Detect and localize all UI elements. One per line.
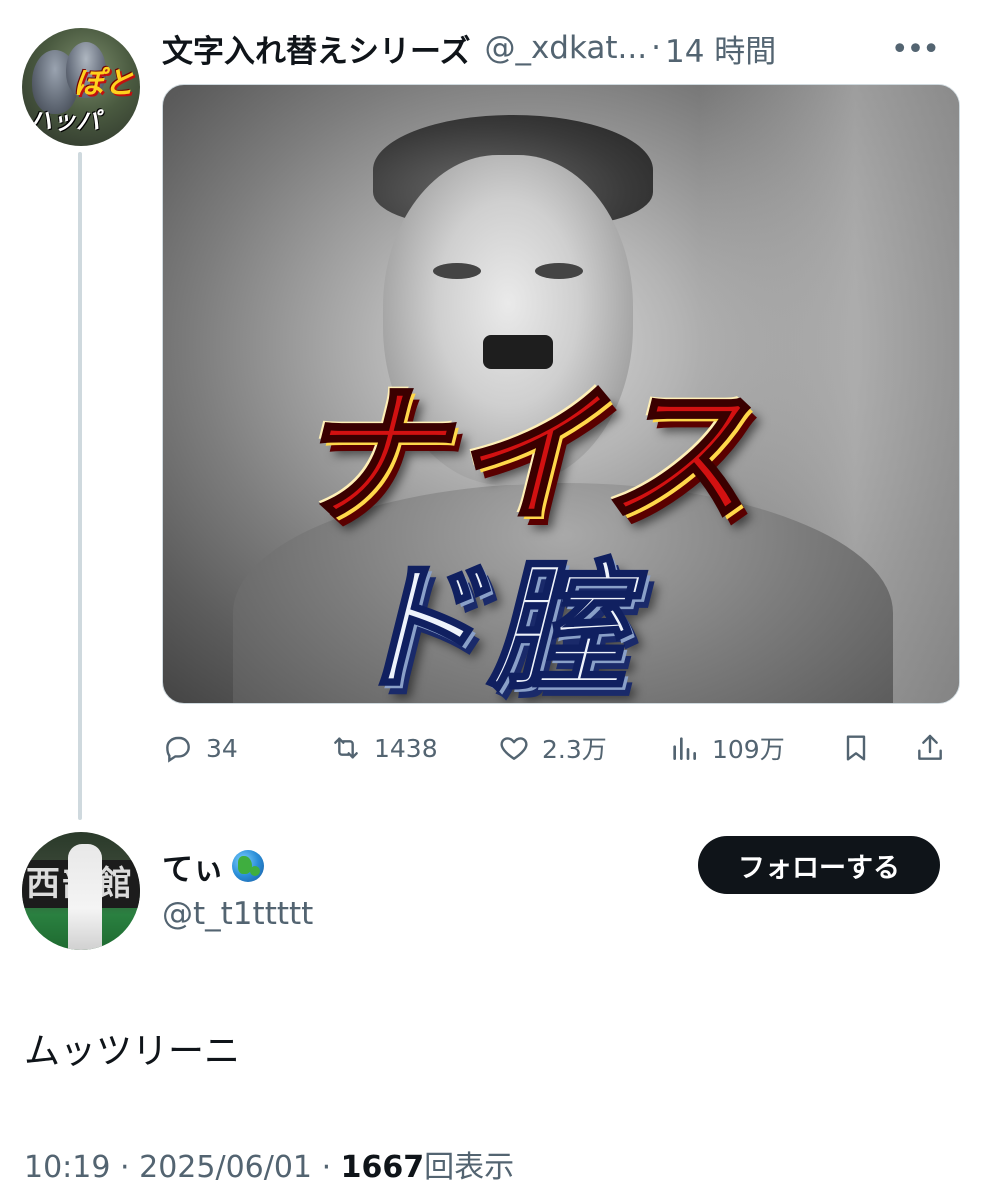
view-count: 109万 <box>712 735 785 764</box>
views-label: 回表示 <box>424 1150 515 1185</box>
reply-icon <box>166 736 190 763</box>
tweet-date[interactable]: 2025/06/01 <box>139 1150 312 1185</box>
retweet-button[interactable]: 1438 <box>330 726 438 770</box>
parent-handle[interactable]: @_xdkat... <box>484 30 647 66</box>
thread-connector-line <box>78 152 82 820</box>
bookmark-button[interactable] <box>840 726 872 770</box>
separator-dot: · <box>120 1150 130 1185</box>
avatar-logo-text: ぽと <box>74 66 134 101</box>
separator-dot: · <box>321 1150 332 1185</box>
avatar-bottom-text: ハッパ <box>28 107 100 135</box>
retweet-count: 1438 <box>374 733 438 763</box>
tweet-meta-row: 10:19 · 2025/06/01 · 1667回表示 <box>24 1142 514 1186</box>
parent-avatar[interactable]: ぽと ハッパ <box>22 28 140 146</box>
parent-timestamp[interactable]: 14 時間 <box>665 26 776 71</box>
reply-count: 34 <box>206 733 238 763</box>
like-button[interactable]: 2.3万 <box>498 726 607 770</box>
like-count: 2.3万 <box>542 735 607 764</box>
reply-tweet-text: ムッツリーニ <box>24 1031 241 1072</box>
share-button[interactable] <box>914 726 946 770</box>
avatar-player-figure <box>68 844 102 950</box>
reply-button[interactable]: 34 <box>162 726 238 770</box>
parent-tweet-header: 文字入れ替えシリーズ @_xdkat... · 14 時間 ••• <box>162 26 952 71</box>
globe-icon <box>232 850 264 882</box>
tweet-time[interactable]: 10:19 <box>24 1150 110 1185</box>
bookmark-icon <box>846 735 866 761</box>
reply-display-name[interactable]: てぃ <box>162 844 224 889</box>
follow-button[interactable]: フォローする <box>698 836 940 894</box>
share-icon <box>918 734 942 760</box>
more-horizontal-icon[interactable]: ••• <box>891 32 940 67</box>
reply-handle[interactable]: @t_t1ttttt <box>162 896 313 932</box>
tweet-action-bar: 34 1438 2.3万 109万 <box>162 726 958 770</box>
tweet-media-image[interactable]: ナイス ド腟 <box>162 84 960 704</box>
parent-display-name[interactable]: 文字入れ替えシリーズ <box>162 26 470 71</box>
media-figure-eye <box>433 263 481 279</box>
separator-dot: · <box>651 30 661 66</box>
reply-avatar[interactable]: 西部館 <box>22 832 140 950</box>
retweet-icon <box>334 737 358 759</box>
media-overlay-text-2: ド腟 <box>341 546 632 704</box>
media-figure-eye <box>535 263 583 279</box>
views-count: 1667 <box>340 1150 425 1185</box>
reply-name-row: てぃ <box>162 844 264 889</box>
tweet-detail-page: ぽと ハッパ 文字入れ替えシリーズ @_xdkat... · 14 時間 •••… <box>0 0 982 1200</box>
views-button[interactable]: 109万 <box>668 726 785 770</box>
heart-icon <box>500 737 528 760</box>
analytics-icon <box>673 737 696 760</box>
